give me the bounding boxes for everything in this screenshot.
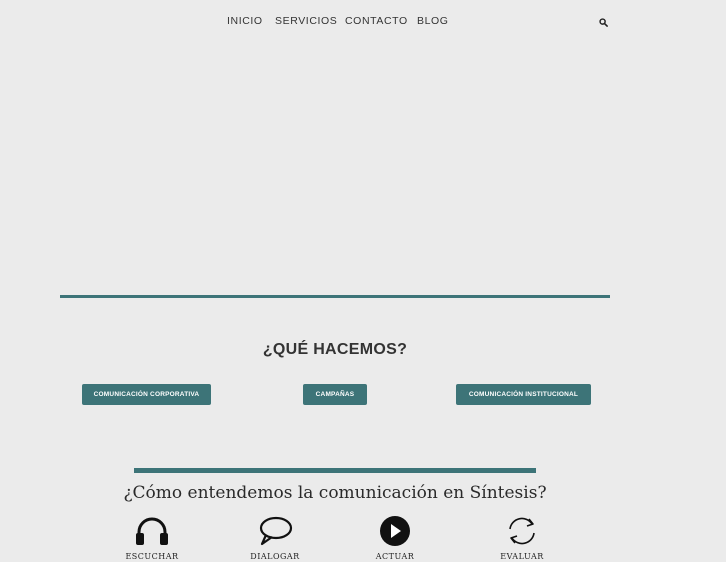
feature-label-evaluar: EVALUAR [500, 552, 544, 561]
nav-item-inicio[interactable]: INICIO [227, 14, 263, 28]
headphones-icon [136, 517, 168, 545]
comunicacion-institucional-button[interactable]: COMUNICACIÓN INSTITUCIONAL [456, 384, 591, 405]
nav-item-blog[interactable]: BLOG [417, 14, 449, 28]
search-icon[interactable] [599, 18, 608, 27]
campanas-button[interactable]: CAMPAÑAS [303, 384, 367, 405]
speech-bubble-icon [259, 516, 293, 546]
feature-label-actuar: ACTUAR [375, 552, 415, 561]
graphic-title: ¿Cómo entendemos la comunicación en Sínt… [123, 483, 547, 503]
section-divider [60, 295, 610, 298]
play-icon [380, 516, 410, 546]
graphic-divider [134, 468, 536, 473]
nav-item-contacto[interactable]: CONTACTO [345, 14, 408, 28]
feature-label-escuchar: ESCUCHAR [125, 552, 179, 561]
comunicacion-corporativa-button[interactable]: COMUNICACIÓN CORPORATIVA [82, 384, 211, 405]
main-nav: INICIO SERVICIOS CONTACTO BLOG [0, 14, 726, 30]
section-title: ¿QUÉ HACEMOS? [262, 341, 408, 358]
refresh-icon [509, 517, 535, 545]
nav-item-servicios[interactable]: SERVICIOS [275, 14, 337, 28]
feature-label-dialogar: DIALOGAR [250, 552, 300, 561]
